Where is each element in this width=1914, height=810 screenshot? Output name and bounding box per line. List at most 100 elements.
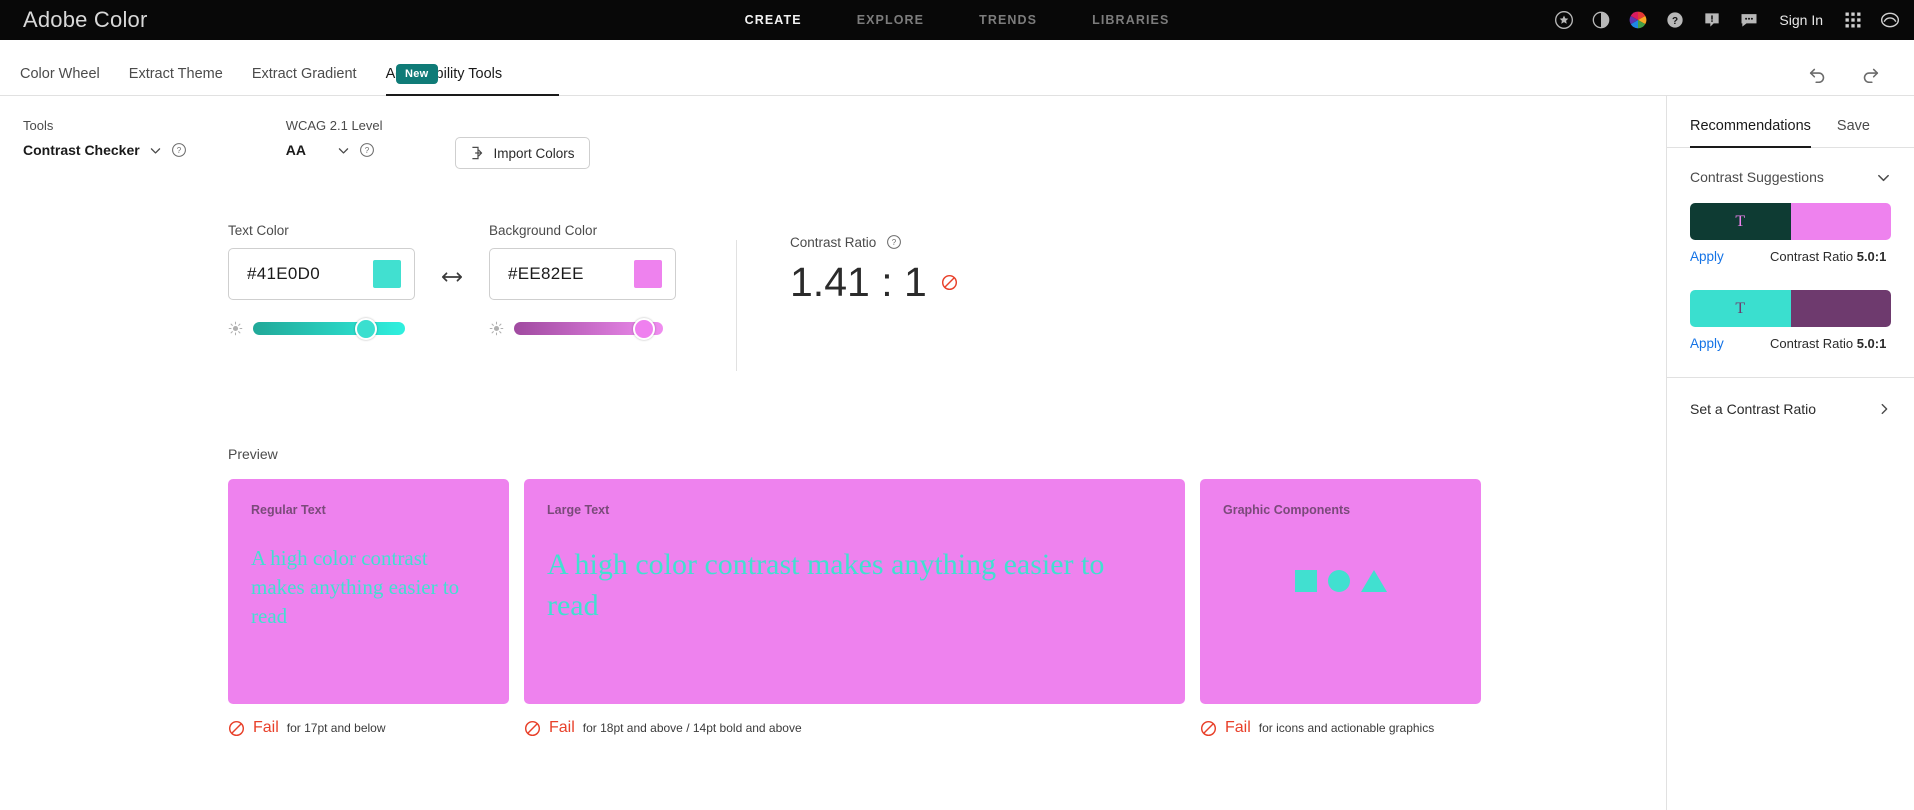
text-brightness-handle[interactable] xyxy=(355,317,377,340)
background-color-swatch[interactable] xyxy=(634,260,662,288)
nav-item-explore[interactable]: EXPLORE xyxy=(857,13,924,27)
background-brightness-handle[interactable] xyxy=(633,317,655,340)
chevron-down-icon[interactable] xyxy=(1876,170,1891,185)
suggestion-item: T Apply Contrast Ratio 5.0:1 xyxy=(1690,290,1891,351)
background-brightness-slider[interactable] xyxy=(514,317,663,340)
help-circle-icon[interactable]: ? xyxy=(171,142,187,158)
wcag-level-dropdown[interactable]: AA ? xyxy=(286,142,383,158)
nav-item-libraries[interactable]: LIBRARIES xyxy=(1092,13,1169,27)
app-switcher-icon[interactable] xyxy=(1843,10,1863,30)
text-color-input[interactable]: #41E0D0 xyxy=(228,248,415,300)
undo-icon[interactable] xyxy=(1807,63,1829,85)
nav-item-create[interactable]: CREATE xyxy=(745,13,802,27)
preview-card-title: Regular Text xyxy=(251,503,326,517)
rail-tab-recommendations[interactable]: Recommendations xyxy=(1690,118,1811,148)
preview-card-regular-text: Regular Text A high color contrast makes… xyxy=(228,479,509,704)
text-color-label: Text Color xyxy=(228,223,289,238)
text-color-swatch[interactable] xyxy=(373,260,401,288)
contrast-ratio-header: Contrast Ratio ? xyxy=(790,234,958,250)
tab-color-wheel[interactable]: Color Wheel xyxy=(20,66,100,96)
chevron-right-icon[interactable] xyxy=(1877,402,1891,416)
tab-extract-theme[interactable]: Extract Theme xyxy=(129,66,223,96)
preview-label: Preview xyxy=(228,446,278,462)
help-icon[interactable]: ? xyxy=(1665,10,1685,30)
help-circle-icon[interactable]: ? xyxy=(359,142,375,158)
contrast-suggestions-header[interactable]: Contrast Suggestions xyxy=(1690,148,1891,203)
tool-selector-group: Tools Contrast Checker ? xyxy=(23,118,187,158)
result-status: Fail xyxy=(1225,719,1251,736)
svg-text:?: ? xyxy=(365,146,370,155)
suggestion-meta: Apply Contrast Ratio 5.0:1 xyxy=(1690,249,1891,264)
top-navigation-bar: Adobe Color CREATE EXPLORE TRENDS LIBRAR… xyxy=(0,0,1914,40)
background-color-group: Background Color #EE82EE xyxy=(489,223,676,340)
help-circle-icon[interactable]: ? xyxy=(886,234,902,250)
app-brand-title: Adobe Color xyxy=(23,7,148,32)
fail-icon xyxy=(941,274,957,291)
suggestion-text-half[interactable]: T xyxy=(1690,203,1791,240)
rail-tabs: Recommendations Save xyxy=(1667,96,1914,148)
suggestion-swatch-bar[interactable]: T xyxy=(1690,203,1891,240)
chevron-down-icon[interactable] xyxy=(149,144,162,157)
import-colors-button[interactable]: Import Colors xyxy=(454,137,590,169)
text-color-value[interactable]: #41E0D0 xyxy=(247,264,320,284)
suggestion-ratio-value: 5.0:1 xyxy=(1856,336,1887,351)
import-icon xyxy=(471,146,482,160)
rail-tab-save[interactable]: Save xyxy=(1837,118,1870,148)
redo-icon[interactable] xyxy=(1859,63,1881,85)
result-description: for 17pt and below xyxy=(286,721,386,735)
primary-nav: CREATE EXPLORE TRENDS LIBRARIES xyxy=(745,13,1170,27)
recommendations-panel: Recommendations Save Contrast Suggestion… xyxy=(1666,96,1914,810)
preview-card-title: Graphic Components xyxy=(1223,503,1351,517)
wcag-level-group: WCAG 2.1 Level AA ? xyxy=(286,118,383,158)
history-controls xyxy=(1807,63,1881,85)
background-brightness-slider-row xyxy=(489,317,676,340)
suggestion-text-half[interactable]: T xyxy=(1690,290,1791,327)
background-color-input[interactable]: #EE82EE xyxy=(489,248,676,300)
chevron-down-icon[interactable] xyxy=(337,144,350,157)
suggestion-glyph: T xyxy=(1735,299,1746,317)
wcag-level-value[interactable]: AA xyxy=(286,142,306,158)
feedback-icon[interactable] xyxy=(1739,10,1759,30)
creative-cloud-icon[interactable] xyxy=(1880,10,1900,30)
sign-in-button[interactable]: Sign In xyxy=(1776,12,1826,28)
color-wheel-icon[interactable] xyxy=(1628,10,1648,30)
new-badge[interactable]: New xyxy=(396,64,438,84)
text-brightness-slider[interactable] xyxy=(253,317,405,340)
preview-card-title: Large Text xyxy=(547,503,610,517)
tool-dropdown[interactable]: Contrast Checker ? xyxy=(23,142,187,158)
apply-suggestion-link[interactable]: Apply xyxy=(1690,336,1770,351)
color-pickers-row: Text Color #41E0D0 Background Color #EE8… xyxy=(0,223,1666,371)
main-content: Tools Contrast Checker ? WCAG 2.1 Level … xyxy=(0,96,1666,810)
result-regular-text: Fail for 17pt and below xyxy=(228,719,524,737)
preview-cards: Regular Text A high color contrast makes… xyxy=(228,479,1666,704)
circle-shape-icon xyxy=(1327,570,1350,592)
nav-item-trends[interactable]: TRENDS xyxy=(979,13,1037,27)
contrast-ratio-label: Contrast Ratio xyxy=(790,234,877,250)
apply-suggestion-link[interactable]: Apply xyxy=(1690,249,1770,264)
preview-card-body: A high color contrast makes anything eas… xyxy=(251,546,460,628)
notifications-icon[interactable] xyxy=(1702,10,1722,30)
brightness-icon xyxy=(489,321,504,336)
tool-dropdown-value[interactable]: Contrast Checker xyxy=(23,142,140,158)
background-color-value[interactable]: #EE82EE xyxy=(508,264,584,284)
text-brightness-slider-row xyxy=(228,317,415,340)
swap-colors-icon[interactable] xyxy=(441,266,463,288)
fail-icon xyxy=(524,720,541,736)
star-icon[interactable] xyxy=(1554,10,1574,30)
contrast-suggestions-title: Contrast Suggestions xyxy=(1690,169,1824,185)
contrast-icon[interactable] xyxy=(1591,10,1611,30)
import-colors-label: Import Colors xyxy=(493,145,575,161)
tab-extract-gradient[interactable]: Extract Gradient xyxy=(252,66,357,96)
top-bar-actions: ? Sign In xyxy=(1554,0,1900,40)
suggestion-swatch-bar[interactable]: T xyxy=(1690,290,1891,327)
suggestion-ratio: Contrast Ratio 5.0:1 xyxy=(1770,249,1886,264)
suggestion-ratio-label: Contrast Ratio xyxy=(1770,249,1854,264)
suggestion-background-half[interactable] xyxy=(1790,290,1891,327)
set-contrast-ratio-row[interactable]: Set a Contrast Ratio xyxy=(1667,378,1914,440)
svg-text:?: ? xyxy=(176,146,181,155)
contrast-suggestions-section: Contrast Suggestions T Apply Contrast Ra… xyxy=(1667,148,1914,351)
suggestion-background-half[interactable] xyxy=(1790,203,1891,240)
text-color-group: Text Color #41E0D0 xyxy=(228,223,415,340)
wcag-level-label: WCAG 2.1 Level xyxy=(285,118,383,133)
suggestion-item: T Apply Contrast Ratio 5.0:1 xyxy=(1690,203,1891,264)
